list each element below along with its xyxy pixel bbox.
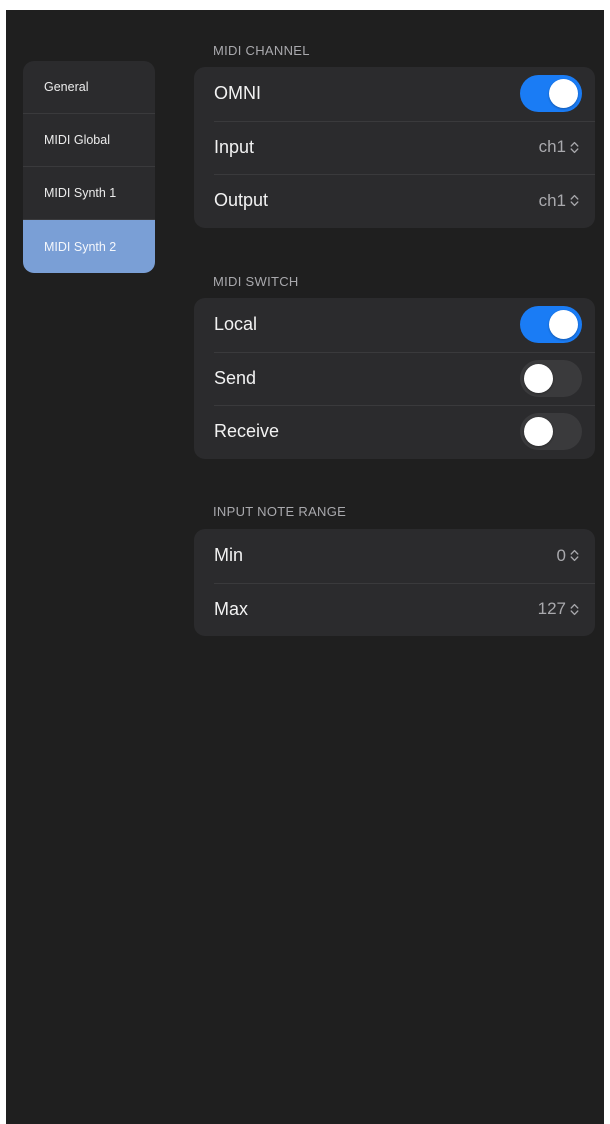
sidebar-item-label: MIDI Synth 2 <box>44 239 117 254</box>
input-label: Input <box>214 136 255 157</box>
max-value-picker[interactable]: 127 <box>538 599 579 619</box>
output-row: Output ch1 <box>194 174 595 228</box>
sidebar-item-midi-global[interactable]: MIDI Global <box>23 114 155 167</box>
omni-toggle[interactable] <box>520 75 582 113</box>
input-note-range-header: INPUT NOTE RANGE <box>213 504 347 519</box>
receive-row: Receive <box>194 405 595 459</box>
send-row: Send <box>194 351 595 406</box>
output-value: ch1 <box>538 190 566 210</box>
toggle-knob <box>549 79 578 109</box>
sidebar-item-label: MIDI Global <box>44 133 110 147</box>
chevron-up-down-icon <box>570 550 579 562</box>
output-value-picker[interactable]: ch1 <box>539 191 579 211</box>
min-label: Min <box>214 545 244 566</box>
sidebar-item-label: MIDI Synth 1 <box>44 186 117 200</box>
send-label: Send <box>214 367 257 388</box>
min-row: Min 0 <box>194 529 595 583</box>
max-value: 127 <box>537 599 566 619</box>
input-row: Input ch1 <box>194 120 595 175</box>
sidebar-item-label: General <box>44 80 89 94</box>
sidebar: General MIDI Global MIDI Synth 1 MIDI Sy… <box>23 61 155 273</box>
send-toggle[interactable] <box>520 359 582 397</box>
receive-label: Receive <box>214 421 280 442</box>
min-value: 0 <box>556 545 566 565</box>
input-value-picker[interactable]: ch1 <box>539 137 579 157</box>
max-label: Max <box>214 598 249 619</box>
chevron-up-down-icon <box>570 141 579 153</box>
settings-screen: General MIDI Global MIDI Synth 1 MIDI Sy… <box>6 10 604 1124</box>
output-label: Output <box>214 190 269 211</box>
chevron-up-down-icon <box>570 603 579 615</box>
midi-channel-group: OMNI Input ch1 Output ch1 <box>194 67 595 228</box>
sidebar-item-midi-synth-2[interactable]: MIDI Synth 2 <box>23 220 155 273</box>
toggle-knob <box>524 363 553 393</box>
midi-switch-header: MIDI SWITCH <box>213 274 299 289</box>
input-note-range-group: Min 0 Max 127 <box>194 529 595 636</box>
omni-label: OMNI <box>214 83 261 104</box>
sidebar-item-general[interactable]: General <box>23 61 155 114</box>
omni-row: OMNI <box>194 67 595 121</box>
local-toggle[interactable] <box>520 306 582 344</box>
sidebar-item-midi-synth-1[interactable]: MIDI Synth 1 <box>23 167 155 220</box>
min-value-picker[interactable]: 0 <box>557 546 579 566</box>
midi-switch-group: Local Send Receive <box>194 298 595 459</box>
midi-channel-header: MIDI CHANNEL <box>213 43 310 58</box>
receive-toggle[interactable] <box>520 413 582 451</box>
max-row: Max 127 <box>194 582 595 637</box>
local-label: Local <box>214 314 258 335</box>
toggle-knob <box>524 417 553 447</box>
chevron-up-down-icon <box>570 195 579 207</box>
input-value: ch1 <box>538 137 566 157</box>
local-row: Local <box>194 298 595 352</box>
toggle-knob <box>549 310 578 340</box>
